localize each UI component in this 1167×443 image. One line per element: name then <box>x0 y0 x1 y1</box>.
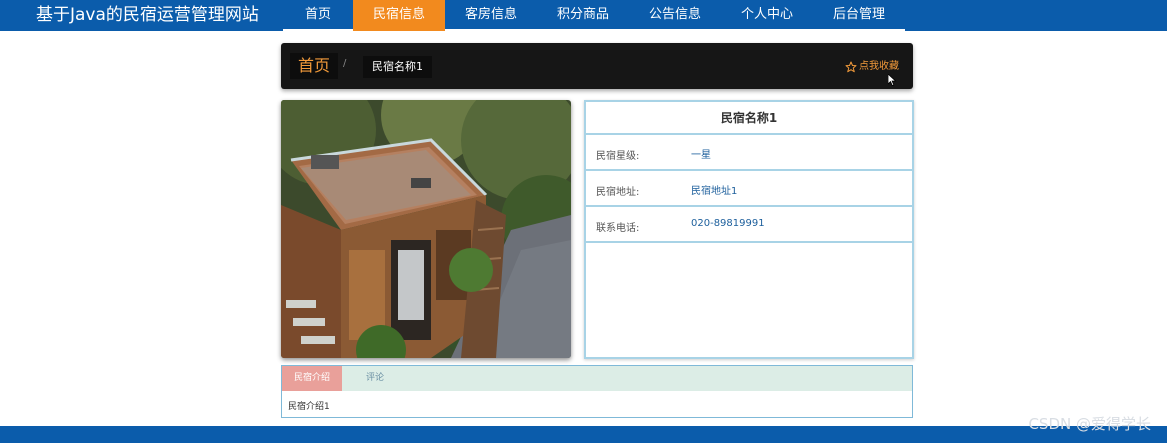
site-title: 基于Java的民宿运营管理网站 <box>36 5 259 25</box>
info-row-star-rating: 民宿星级: 一星 <box>586 135 912 171</box>
homestay-photo <box>281 100 571 358</box>
info-row-address: 民宿地址: 民宿地址1 <box>586 171 912 207</box>
homestay-name-title: 民宿名称1 <box>586 102 912 135</box>
phone-label: 联系电话: <box>596 223 640 234</box>
tab-bar: 民宿介绍 评论 <box>282 366 912 391</box>
watermark: CSDN @爱得学长 <box>1028 415 1151 433</box>
breadcrumb-home-link[interactable]: 首页 <box>290 53 339 79</box>
star-rating-label: 民宿星级: <box>596 151 640 162</box>
nav-item-personal-center[interactable]: 个人中心 <box>721 0 813 31</box>
nav-item-admin[interactable]: 后台管理 <box>813 0 905 31</box>
nav-item-points-goods[interactable]: 积分商品 <box>537 0 629 31</box>
breadcrumb-current: 民宿名称1 <box>363 56 432 78</box>
address-label: 民宿地址: <box>596 187 640 198</box>
top-navbar: 基于Java的民宿运营管理网站 首页 民宿信息 客房信息 积分商品 公告信息 个… <box>0 0 1167 31</box>
phone-value: 020-89819991 <box>691 218 765 229</box>
homestay-photo-illustration <box>281 100 571 358</box>
footer-bar <box>0 426 1167 443</box>
detail-tabs: 民宿介绍 评论 民宿介绍1 <box>281 365 913 418</box>
star-rating-value: 一星 <box>691 150 711 161</box>
breadcrumb: 首页 / 民宿名称1 点我收藏 <box>281 43 913 89</box>
star-outline-icon <box>845 61 857 73</box>
main-nav: 首页 民宿信息 客房信息 积分商品 公告信息 个人中心 后台管理 <box>283 0 905 31</box>
mouse-cursor-icon <box>888 74 897 86</box>
nav-item-homestay-info[interactable]: 民宿信息 <box>353 0 445 31</box>
nav-item-home[interactable]: 首页 <box>283 0 353 31</box>
nav-item-announcements[interactable]: 公告信息 <box>629 0 721 31</box>
homestay-info-panel: 民宿名称1 民宿星级: 一星 民宿地址: 民宿地址1 联系电话: 020-898… <box>584 100 914 359</box>
address-value: 民宿地址1 <box>691 186 738 197</box>
nav-item-room-info[interactable]: 客房信息 <box>445 0 537 31</box>
tab-content: 民宿介绍1 <box>288 402 330 412</box>
info-row-phone: 联系电话: 020-89819991 <box>586 207 912 243</box>
breadcrumb-separator: / <box>343 58 347 69</box>
tab-homestay-intro[interactable]: 民宿介绍 <box>282 366 342 391</box>
tab-comments[interactable]: 评论 <box>360 366 390 391</box>
